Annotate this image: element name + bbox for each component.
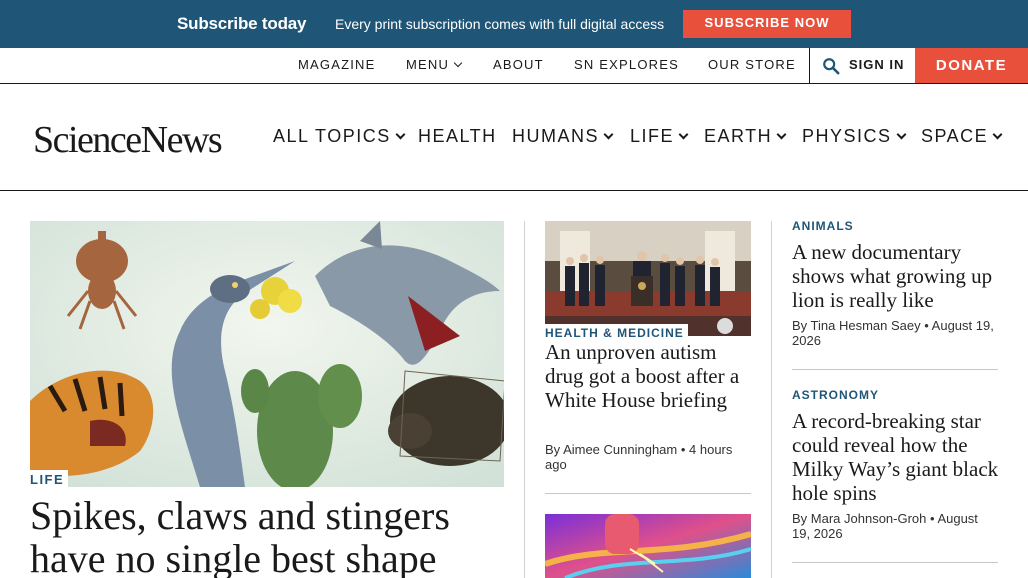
story-divider — [545, 493, 751, 494]
site-header: ScienceNews ALL TOPICS HEALTH HUMANS LIF… — [0, 84, 1028, 191]
subscribe-banner: Subscribe today Every print subscription… — [0, 0, 1028, 48]
press-briefing-photo — [545, 221, 751, 336]
column-divider — [771, 221, 772, 578]
nav-space[interactable]: SPACE — [921, 126, 1003, 147]
hero-illustration — [30, 221, 504, 487]
utility-link-our-store[interactable]: OUR STORE — [708, 57, 796, 72]
story-category[interactable]: HEALTH & MEDICINE — [545, 324, 688, 340]
chevron-down-icon — [776, 129, 787, 140]
story-byline: By Aimee Cunningham • 4 hours ago — [545, 442, 733, 472]
subscribe-now-button[interactable]: SUBSCRIBE NOW — [683, 10, 851, 38]
utility-bar: MAGAZINE MENU ABOUT SN EXPLORES OUR STOR… — [0, 48, 1028, 84]
chevron-down-icon — [678, 129, 689, 140]
nav-label: PHYSICS — [802, 126, 892, 146]
sidebar-divider — [792, 562, 998, 563]
hero-image[interactable] — [30, 221, 504, 487]
chevron-down-icon — [992, 129, 1003, 140]
sidebar-story-headline[interactable]: A new documentary shows what growing up … — [792, 240, 1002, 312]
nav-label: LIFE — [630, 126, 675, 146]
nav-physics[interactable]: PHYSICS — [802, 126, 906, 147]
chevron-down-icon — [395, 129, 406, 140]
donate-button[interactable]: DONATE — [915, 48, 1028, 83]
site-logo[interactable]: ScienceNews — [33, 118, 223, 162]
utility-link-sn-explores[interactable]: SN EXPLORES — [574, 57, 679, 72]
banner-description: Every print subscription comes with full… — [335, 16, 665, 32]
sidebar-divider — [792, 369, 998, 370]
sidebar-story-category[interactable]: ASTRONOMY — [792, 388, 879, 402]
nav-label: EARTH — [704, 126, 773, 146]
column-divider — [524, 221, 525, 578]
utility-link-about[interactable]: ABOUT — [493, 57, 544, 72]
nav-earth[interactable]: EARTH — [704, 126, 787, 147]
utility-menu-label: MENU — [406, 57, 450, 72]
nav-health[interactable]: HEALTH — [418, 126, 497, 147]
search-icon — [823, 58, 840, 75]
nav-life[interactable]: LIFE — [630, 126, 689, 147]
hero-category[interactable]: LIFE — [30, 470, 69, 487]
story-headline[interactable]: An unproven autism drug got a boost afte… — [545, 340, 757, 412]
utility-menu[interactable]: MENU — [406, 57, 463, 72]
light-illustration — [545, 514, 751, 578]
nav-label: HUMANS — [512, 126, 600, 146]
chevron-down-icon — [603, 129, 614, 140]
sidebar-story-category[interactable]: ANIMALS — [792, 219, 854, 233]
sidebar-story-byline: By Mara Johnson-Groh • August 19, 2026 — [792, 511, 978, 541]
hero-headline[interactable]: Spikes, claws and stingers have no singl… — [30, 494, 510, 578]
nav-all-topics[interactable]: ALL TOPICS — [273, 126, 406, 147]
nav-label: SPACE — [921, 126, 989, 146]
story-image-light[interactable] — [545, 514, 751, 578]
sign-in-link[interactable]: SIGN IN — [849, 57, 904, 72]
chevron-down-icon — [453, 58, 463, 68]
banner-title: Subscribe today — [177, 14, 307, 33]
nav-label: ALL TOPICS — [273, 126, 391, 146]
story-image-press-briefing[interactable] — [545, 221, 751, 336]
chevron-down-icon — [896, 129, 906, 140]
sidebar-story-headline[interactable]: A record-breaking star could reveal how … — [792, 409, 1002, 505]
nav-humans[interactable]: HUMANS — [512, 126, 614, 147]
sidebar-story-byline: By Tina Hesman Saey • August 19, 2026 — [792, 318, 994, 348]
utility-link-magazine[interactable]: MAGAZINE — [298, 57, 376, 72]
